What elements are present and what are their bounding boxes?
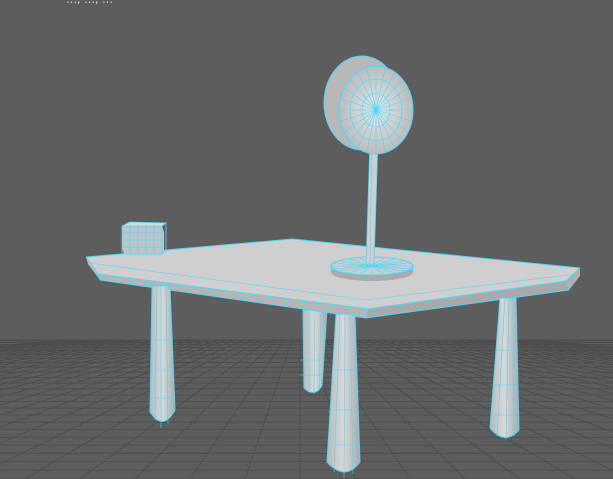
perspective-viewport[interactable]: …, …, … — [0, 0, 613, 479]
table-back-left-leg[interactable] — [300, 309, 328, 395]
table-front-left-leg[interactable] — [149, 285, 176, 428]
table-front-center-leg[interactable] — [326, 313, 361, 479]
viewport-canvas[interactable] — [0, 0, 613, 479]
mirror-stem[interactable] — [365, 139, 379, 265]
cube-object[interactable] — [121, 221, 168, 255]
mirror-disc[interactable] — [323, 55, 414, 155]
table-front-right-leg[interactable] — [489, 297, 520, 441]
